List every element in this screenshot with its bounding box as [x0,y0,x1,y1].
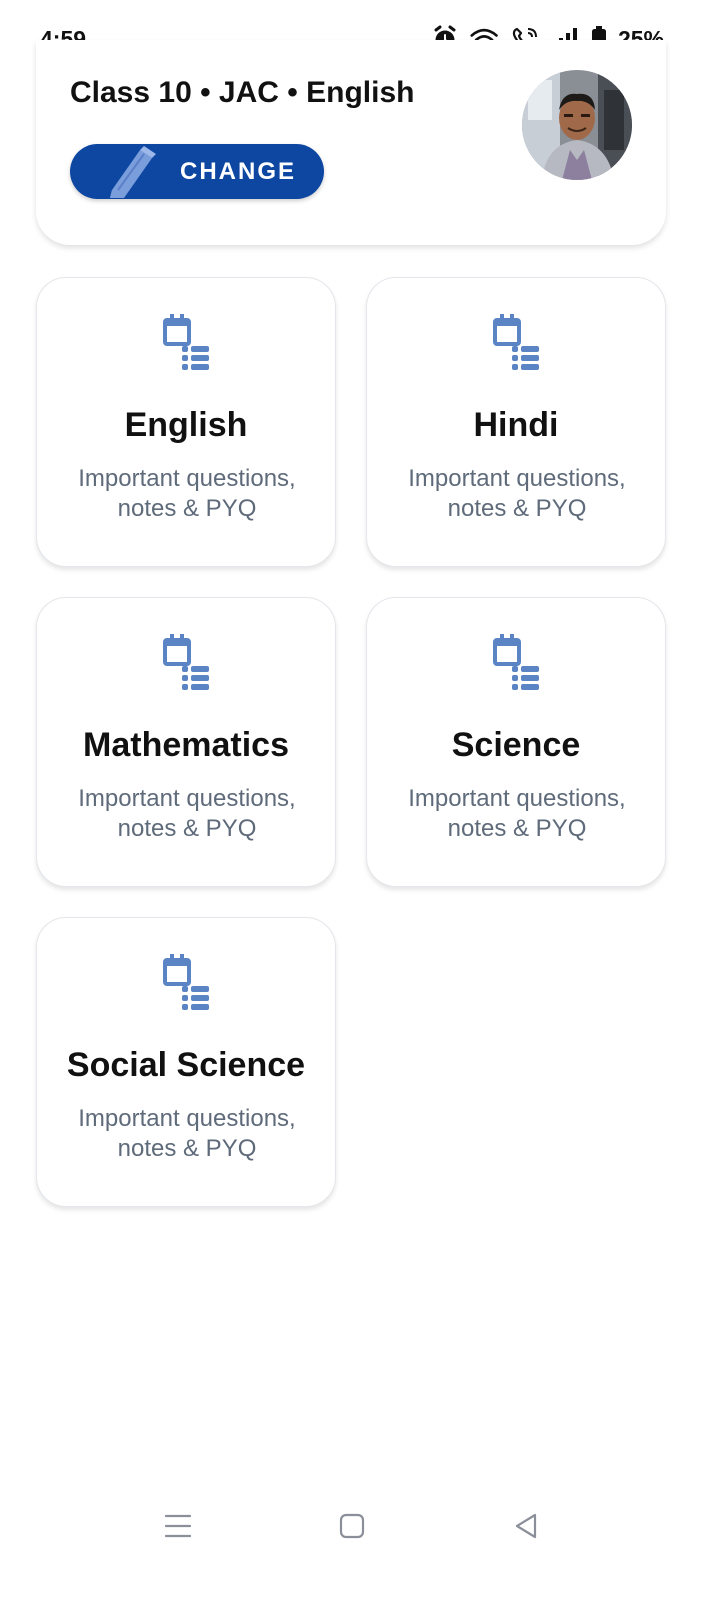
subject-description: Important questions, notes & PYQ [78,785,296,842]
subject-name: English [124,406,248,444]
home-icon[interactable] [332,1508,372,1544]
back-icon[interactable] [506,1508,546,1544]
change-button[interactable]: CHANGE [70,144,324,199]
subject-card-hindi[interactable]: Hindi Important questions, notes & PYQ [366,277,666,567]
subject-card-mathematics[interactable]: Mathematics Important questions, notes &… [36,597,336,887]
subject-description: Important questions, notes & PYQ [78,1105,296,1162]
syllabus-list-icon [161,312,213,376]
system-nav-bar [0,1490,716,1560]
pencil-icon [104,144,164,202]
menu-icon[interactable] [158,1508,198,1544]
subject-card-social-science[interactable]: Social Science Important questions, note… [36,917,336,1207]
subject-description: Important questions, notes & PYQ [408,785,626,842]
syllabus-list-icon [491,632,543,696]
change-button-label: CHANGE [180,158,297,185]
header-card: Class 10 • JAC • English CHANGE [36,40,666,245]
subject-name: Mathematics [83,726,289,764]
syllabus-list-icon [491,312,543,376]
subject-name: Science [451,726,581,764]
subject-name: Social Science [66,1046,306,1084]
syllabus-list-icon [161,632,213,696]
user-avatar[interactable] [522,70,632,180]
subject-description: Important questions, notes & PYQ [408,465,626,522]
subject-card-science[interactable]: Science Important questions, notes & PYQ [366,597,666,887]
subject-description: Important questions, notes & PYQ [78,465,296,522]
subject-card-english[interactable]: English Important questions, notes & PYQ [36,277,336,567]
subject-name: Hindi [473,406,559,444]
class-board-language-title: Class 10 • JAC • English [70,76,415,109]
syllabus-list-icon [161,952,213,1016]
